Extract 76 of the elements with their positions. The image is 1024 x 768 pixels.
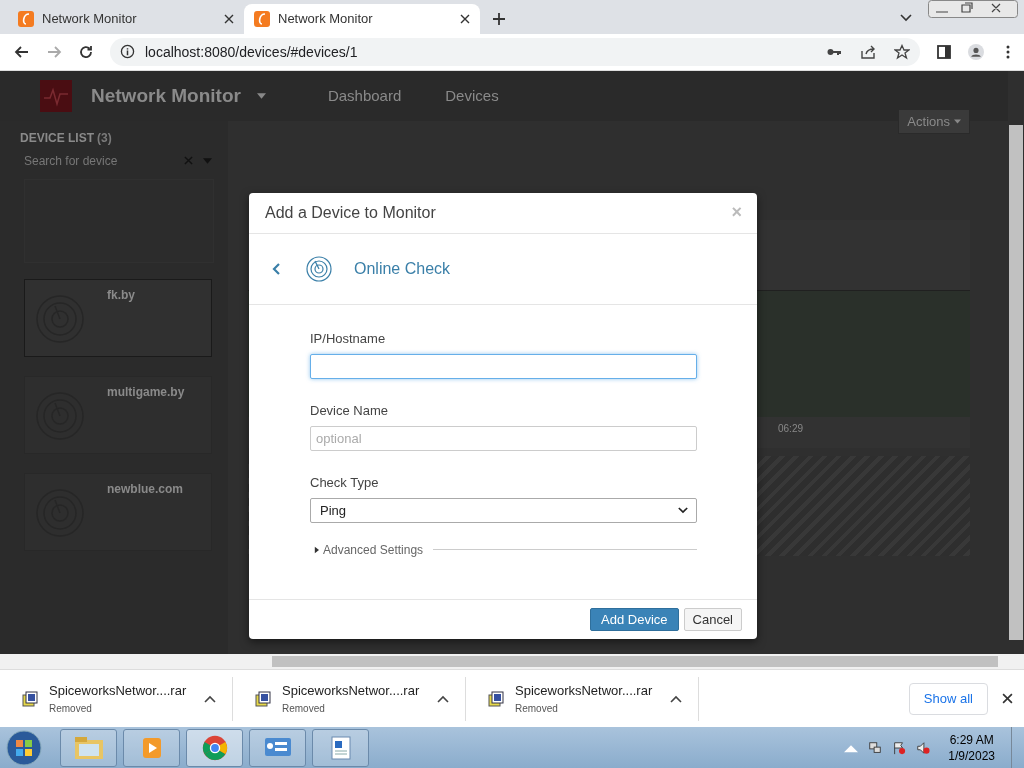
vertical-scrollbar[interactable] <box>1008 70 1024 655</box>
download-status: Removed <box>282 703 326 715</box>
new-tab-icon[interactable] <box>492 11 506 26</box>
archive-icon <box>22 690 38 707</box>
triangle-icon <box>314 545 319 554</box>
browser-tab[interactable]: Network Monitor <box>8 3 244 34</box>
clock-time: 6:29 AM <box>949 732 994 747</box>
advanced-settings-toggle[interactable]: Advanced Settings <box>310 542 424 557</box>
browser-tab[interactable]: Network Monitor <box>244 3 480 34</box>
app-title: Network Monitor <box>91 84 241 107</box>
taskbar-button[interactable] <box>60 728 117 767</box>
chevron-up-icon[interactable] <box>204 694 216 703</box>
taskbar-button[interactable] <box>249 728 306 767</box>
nav-link[interactable]: Devices <box>445 87 499 105</box>
nav-link[interactable]: Dashboard <box>327 87 402 105</box>
flag-icon[interactable] <box>892 740 907 755</box>
device-count: (3) <box>97 130 112 145</box>
download-item[interactable]: SpiceworksNetwor....rar Removed <box>233 676 466 721</box>
back-chevron-icon[interactable] <box>272 262 280 275</box>
pulse-logo-icon <box>40 79 72 112</box>
close-icon[interactable] <box>460 13 470 24</box>
chevron-up-icon[interactable] <box>670 694 682 703</box>
list-heading: DEVICE LIST <box>20 130 94 145</box>
address-bar[interactable]: localhost:8080/devices/#devices/1 <box>110 37 920 66</box>
favicon-icon <box>18 10 34 27</box>
close-icon[interactable] <box>1002 693 1013 705</box>
share-icon[interactable] <box>860 43 876 60</box>
device-name: newblue.com <box>107 481 183 496</box>
profile-icon[interactable] <box>968 43 984 60</box>
add-device-button[interactable]: Add Device <box>590 607 679 631</box>
search-field[interactable]: Search for device <box>22 152 174 169</box>
download-item[interactable]: SpiceworksNetwor....rar Removed <box>0 676 233 721</box>
archive-icon <box>255 690 271 707</box>
chevron-down-icon <box>678 506 688 514</box>
radar-icon <box>306 255 332 282</box>
field-label: Check Type <box>310 474 380 490</box>
device-card[interactable]: fk.by <box>24 278 212 357</box>
device-name: multigame.by <box>107 384 185 399</box>
input-field[interactable] <box>310 353 697 379</box>
file-name: SpiceworksNetwor....rar <box>282 683 421 699</box>
file-name: SpiceworksNetwor....rar <box>49 683 188 699</box>
field-label: Device Name <box>310 402 390 418</box>
dialog-title: Add a Device to Monitor <box>265 203 436 222</box>
favicon-icon <box>254 10 270 27</box>
folder-icon <box>73 734 104 761</box>
taskbar-button[interactable] <box>186 728 243 767</box>
start-orb-icon[interactable] <box>6 729 42 766</box>
back-icon[interactable] <box>14 43 30 60</box>
reload-icon[interactable] <box>78 43 94 60</box>
taskbar-button[interactable] <box>312 728 369 767</box>
device-name: fk.by <box>107 287 135 302</box>
info-icon <box>120 44 135 60</box>
speaker-muted-icon[interactable] <box>916 740 931 755</box>
clock-date: 1/9/2023 <box>948 748 995 763</box>
side-panel-icon[interactable] <box>936 43 952 60</box>
tab-search-icon[interactable] <box>900 13 912 22</box>
axis-label: 06:29 <box>778 422 804 434</box>
download-status: Removed <box>515 703 559 715</box>
check-type-dropdown[interactable]: Ping <box>310 497 697 523</box>
show-all-button[interactable]: Show all <box>908 682 988 715</box>
star-icon[interactable] <box>894 43 910 60</box>
actions-button[interactable]: Actions <box>898 108 970 134</box>
download-status: Removed <box>49 703 93 715</box>
section-title: Online Check <box>354 259 451 278</box>
download-item[interactable]: SpiceworksNetwor....rar Removed <box>466 676 699 721</box>
caret-icon[interactable] <box>256 92 266 99</box>
file-name: SpiceworksNetwor....rar <box>515 683 654 699</box>
caret-icon <box>954 118 961 124</box>
archive-icon <box>488 690 504 707</box>
close-icon[interactable] <box>224 13 234 24</box>
network-icon[interactable] <box>868 740 883 755</box>
horizontal-scrollbar[interactable] <box>0 654 1024 670</box>
input-field[interactable]: optional <box>310 425 697 451</box>
chevron-up-icon[interactable] <box>437 694 449 703</box>
field-label: IP/Hostname <box>310 330 387 346</box>
cancel-button[interactable]: Cancel <box>683 607 742 631</box>
